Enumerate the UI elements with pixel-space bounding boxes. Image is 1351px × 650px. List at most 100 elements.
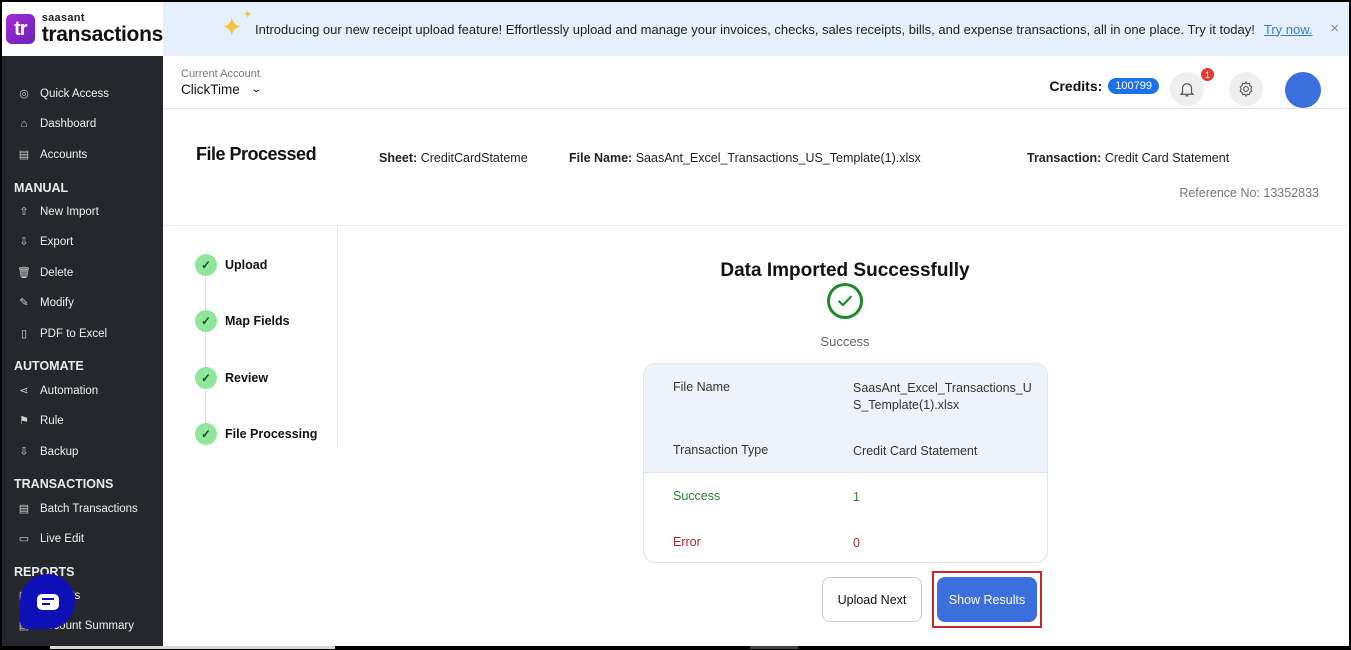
gear-icon xyxy=(1239,80,1253,98)
sheet-value: CreditCardStateme xyxy=(420,151,528,165)
horizontal-scrollbar[interactable] xyxy=(0,646,1351,650)
check-icon: ✓ xyxy=(195,423,217,445)
sidebar: ◎ Quick Access ⌂ Dashboard ▤ Accounts MA… xyxy=(2,56,163,646)
sidebar-item-label: Export xyxy=(40,235,74,248)
logo[interactable]: tr saasant transactions xyxy=(2,2,163,56)
section-automate: AUTOMATE xyxy=(14,359,84,373)
account-selector[interactable]: ClickTime ⌄ xyxy=(181,82,262,97)
clipboard-icon: ▤ xyxy=(18,149,30,161)
logo-mark: tr xyxy=(6,14,35,44)
try-now-link[interactable]: Try now. xyxy=(1264,22,1313,37)
chat-icon xyxy=(36,593,59,610)
transaction-info: Transaction: Credit Card Statement xyxy=(1027,151,1229,165)
stepper-divider xyxy=(337,227,338,447)
account-label: Current Account xyxy=(181,68,260,80)
sidebar-item-live-edit[interactable]: ▭ Live Edit xyxy=(16,532,85,546)
sheet-info: Sheet: CreditCardStateme xyxy=(379,151,528,165)
file-name-label: File Name: xyxy=(569,151,633,165)
sidebar-item-label: Backup xyxy=(40,445,79,458)
megaphone-icon: ⚑ xyxy=(19,415,29,427)
sidebar-item-label: Rule xyxy=(40,414,64,427)
divider xyxy=(163,225,1349,226)
file-name-value: SaasAnt_Excel_Transactions_US_Template(1… xyxy=(635,151,921,165)
document-icon: ▤ xyxy=(18,503,30,515)
sparkle-small-icon: ✦ xyxy=(243,9,253,21)
sidebar-item-label: Accounts xyxy=(40,148,88,161)
step-file-processing: ✓ File Processing xyxy=(195,423,317,445)
stepper-connector xyxy=(205,275,206,435)
sidebar-item-dashboard[interactable]: ⌂ Dashboard xyxy=(16,118,97,130)
sidebar-item-label: Batch Transactions xyxy=(40,502,138,515)
upload-next-button[interactable]: Upload Next xyxy=(822,577,922,622)
top-bar: Current Account ClickTime ⌄ Credits: 100… xyxy=(163,56,1349,109)
credits-label: Credits: xyxy=(1049,78,1103,94)
sidebar-item-quick-access[interactable]: ◎ Quick Access xyxy=(16,87,110,101)
credits-badge: 100799 xyxy=(1108,78,1159,94)
announcement-banner: ✦ ✦ Introducing our new receipt upload f… xyxy=(163,2,1349,56)
sidebar-item-delete[interactable]: 🗑 Delete xyxy=(16,266,74,280)
share-nodes-icon: ⋖ xyxy=(19,385,29,397)
scrollbar-thumb-secondary[interactable] xyxy=(750,646,798,649)
reference-number: Reference No: 13352833 xyxy=(1179,186,1319,200)
sidebar-item-rule[interactable]: ⚑ Rule xyxy=(16,414,64,428)
sidebar-item-label: Modify xyxy=(40,296,74,309)
sidebar-item-label: Automation xyxy=(40,384,99,397)
bell-icon xyxy=(1179,83,1195,97)
pencil-tag-icon: ▭ xyxy=(18,533,30,545)
sidebar-item-export[interactable]: ⇩ Export xyxy=(16,235,74,249)
transaction-value: Credit Card Statement xyxy=(1104,151,1230,165)
error-count: 0 xyxy=(853,536,860,550)
success-count: 1 xyxy=(853,490,860,504)
banner-text: Introducing our new receipt upload featu… xyxy=(255,21,1255,37)
account-name: ClickTime xyxy=(181,82,240,97)
file-name-info: File Name: SaasAnt_Excel_Transactions_US… xyxy=(569,151,921,165)
settings-button[interactable] xyxy=(1229,72,1263,106)
sidebar-item-automation[interactable]: ⋖ Automation xyxy=(16,384,99,398)
credits: Credits: 100799 xyxy=(1049,78,1159,94)
sidebar-item-backup[interactable]: ⇩ Backup xyxy=(16,445,79,459)
sidebar-item-modify[interactable]: ✎ Modify xyxy=(16,296,74,310)
success-title: Data Imported Successfully xyxy=(720,260,970,281)
step-label: File Processing xyxy=(225,427,318,441)
check-icon: ✓ xyxy=(195,367,217,389)
step-review: ✓ Review xyxy=(195,367,268,389)
section-manual: MANUAL xyxy=(14,181,69,195)
notifications-button[interactable] xyxy=(1170,72,1204,106)
chat-widget-button[interactable] xyxy=(20,574,75,629)
sidebar-item-accounts[interactable]: ▤ Accounts xyxy=(16,148,88,162)
sidebar-item-label: New Import xyxy=(40,205,99,218)
result-summary-card: File Name SaasAnt_Excel_Transactions_US_… xyxy=(643,363,1048,563)
cloud-download-icon: ⇩ xyxy=(19,236,29,248)
trash-icon: 🗑 xyxy=(17,267,31,279)
show-results-button[interactable]: Show Results xyxy=(937,577,1037,622)
sidebar-item-label: Delete xyxy=(40,266,74,279)
scrollbar-thumb[interactable] xyxy=(50,646,335,649)
user-avatar[interactable] xyxy=(1285,72,1321,108)
step-label: Map Fields xyxy=(225,314,290,328)
sidebar-item-label: Live Edit xyxy=(40,532,85,545)
page-title: File Processed xyxy=(196,144,317,164)
error-row-label: Error xyxy=(673,535,701,549)
close-icon[interactable]: × xyxy=(1330,20,1339,37)
sidebar-item-pdf-to-excel[interactable]: ▯ PDF to Excel xyxy=(16,327,107,341)
step-upload: ✓ Upload xyxy=(195,254,267,276)
step-label: Upload xyxy=(225,258,268,272)
sidebar-item-batch-transactions[interactable]: ▤ Batch Transactions xyxy=(16,502,138,516)
step-map-fields: ✓ Map Fields xyxy=(195,310,290,332)
success-status: Success xyxy=(820,334,870,349)
transaction-label: Transaction: xyxy=(1027,151,1102,165)
file-name-row-label: File Name xyxy=(673,380,730,394)
section-transactions: TRANSACTIONS xyxy=(14,477,114,491)
transaction-type-row-value: Credit Card Statement xyxy=(853,444,978,458)
highlight-box: Show Results xyxy=(932,571,1042,628)
logo-product: transactions xyxy=(41,23,164,46)
sidebar-item-label: Dashboard xyxy=(40,118,97,130)
edit-file-icon: ✎ xyxy=(19,297,29,309)
app-frame: tr saasant transactions ✦ ✦ Introducing … xyxy=(2,2,1349,646)
notification-badge: 1 xyxy=(1201,68,1214,81)
sidebar-item-new-import[interactable]: ⇧ New Import xyxy=(16,205,99,219)
pdf-file-icon: ▯ xyxy=(20,328,28,340)
step-label: Review xyxy=(225,371,269,385)
sidebar-item-label: Quick Access xyxy=(40,87,110,100)
check-icon: ✓ xyxy=(195,310,217,332)
